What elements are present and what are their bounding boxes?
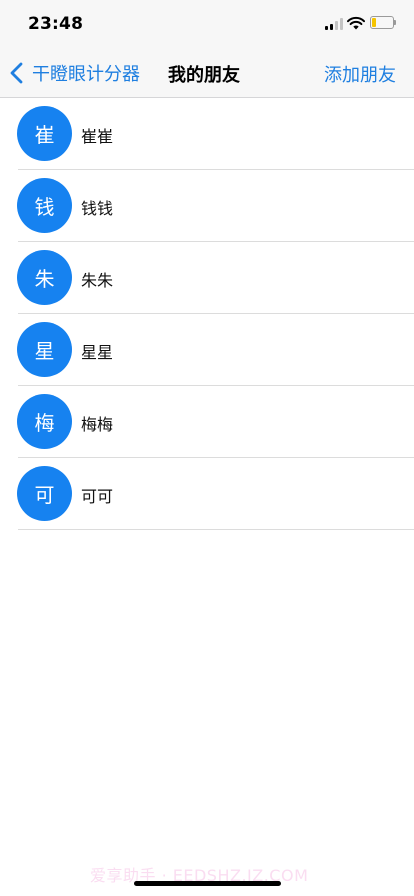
friend-name: 朱朱	[81, 271, 114, 290]
add-friend-button[interactable]: 添加朋友	[324, 61, 396, 87]
avatar: 可	[17, 466, 72, 521]
friend-row[interactable]: 可 可可	[0, 458, 414, 530]
status-bar: 23:48	[0, 0, 414, 48]
friend-name: 梅梅	[81, 415, 114, 434]
status-time: 23:48	[28, 14, 84, 34]
friend-name: 钱钱	[81, 199, 114, 218]
friend-row[interactable]: 朱 朱朱	[0, 242, 414, 314]
friend-row[interactable]: 钱 钱钱	[0, 170, 414, 242]
avatar: 崔	[17, 106, 72, 161]
friend-row[interactable]: 崔 崔崔	[0, 98, 414, 170]
page-title: 我的朋友	[168, 65, 240, 86]
back-button[interactable]: 干瞪眼计分器	[8, 58, 140, 88]
navigation-bar: 干瞪眼计分器 我的朋友 添加朋友	[0, 48, 414, 98]
friend-name: 崔崔	[81, 127, 114, 146]
home-indicator[interactable]	[134, 881, 281, 886]
avatar: 星	[17, 322, 72, 377]
chevron-left-icon	[10, 62, 23, 84]
avatar: 朱	[17, 250, 72, 305]
battery-level	[372, 18, 376, 27]
friend-list: 崔 崔崔 钱 钱钱 朱 朱朱 星 星星 梅 梅梅 可 可可	[0, 98, 414, 530]
friend-row[interactable]: 梅 梅梅	[0, 386, 414, 458]
signal-icon	[325, 18, 343, 30]
battery-icon	[370, 16, 396, 29]
avatar: 钱	[17, 178, 72, 233]
back-label: 干瞪眼计分器	[32, 64, 140, 85]
friend-row[interactable]: 星 星星	[0, 314, 414, 386]
friend-name: 可可	[81, 487, 114, 506]
wifi-icon	[347, 16, 365, 30]
avatar: 梅	[17, 394, 72, 449]
friend-name: 星星	[81, 343, 114, 362]
